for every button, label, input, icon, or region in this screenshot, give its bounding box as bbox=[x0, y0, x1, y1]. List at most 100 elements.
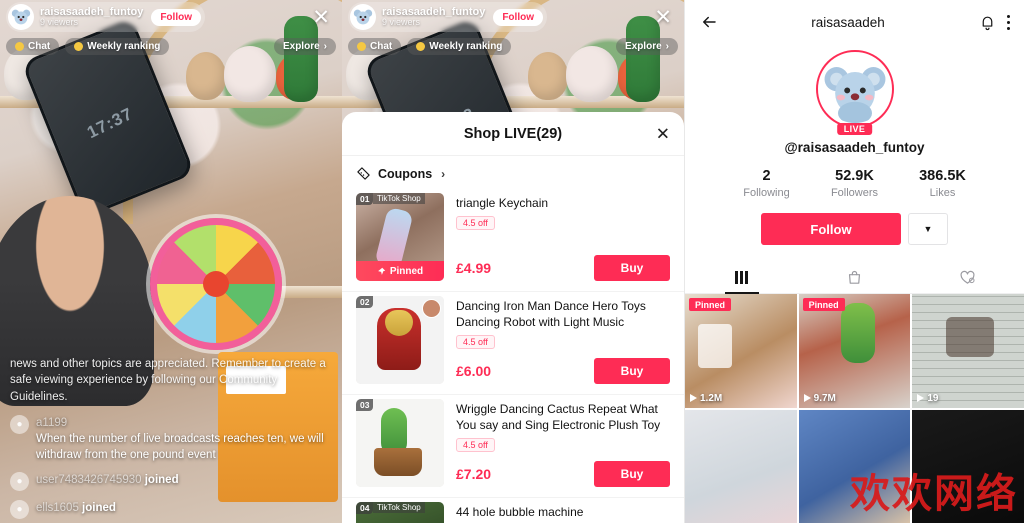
chat-join-text: joined bbox=[82, 502, 116, 514]
chat-user-avatar: ● bbox=[10, 414, 29, 434]
follow-dropdown-caret-icon[interactable]: ▼ bbox=[908, 213, 948, 245]
live-chip-row-middle: Chat Weekly ranking Explore › bbox=[342, 34, 684, 58]
back-arrow-icon[interactable] bbox=[699, 12, 719, 32]
kebab-menu-icon[interactable] bbox=[1007, 14, 1010, 30]
pinned-bar: Pinned bbox=[356, 261, 444, 281]
profile-tabs bbox=[685, 261, 1024, 294]
product-price-row: £7.20 Buy bbox=[456, 461, 670, 487]
product-row[interactable]: 04 TikTok Shop 44 hole bubble machine bbox=[342, 498, 684, 523]
chat-chip[interactable]: Chat bbox=[6, 37, 60, 55]
product-thumbnail[interactable]: 02 bbox=[356, 296, 444, 384]
video-image bbox=[912, 409, 1024, 523]
system-safety-message: news and other topics are appreciated. R… bbox=[10, 357, 326, 404]
host-info-pill[interactable]: raisasaadeh_funtoy 9 viewers Follow bbox=[6, 2, 205, 32]
profile-stats: 2 Following 52.9K Followers 386.5K Likes bbox=[685, 168, 1024, 199]
product-info: triangle Keychain 4.5 off £4.99 Buy bbox=[456, 193, 670, 281]
close-sheet-icon[interactable]: ✕ bbox=[656, 125, 670, 142]
video-thumbnail[interactable] bbox=[912, 409, 1024, 523]
product-price: £4.99 bbox=[456, 260, 492, 276]
video-thumbnail[interactable]: 19 bbox=[912, 294, 1024, 408]
product-row[interactable]: 01 TikTok Shop Pinned triangle Keychain … bbox=[342, 189, 684, 292]
video-grid: Pinned 1.2M Pinned 9.7M 19 bbox=[685, 294, 1024, 523]
host-meta: raisasaadeh_funtoy 9 viewers bbox=[40, 6, 143, 28]
profile-identity: LIVE @raisasaadeh_funtoy bbox=[685, 44, 1024, 155]
ranking-chip-icon bbox=[416, 41, 426, 51]
chevron-right-icon: › bbox=[323, 40, 327, 52]
chat-chip[interactable]: Chat bbox=[348, 37, 402, 55]
video-thumbnail[interactable]: Pinned 9.7M bbox=[798, 294, 911, 408]
live-chip-row-left: Chat Weekly ranking Explore › bbox=[0, 34, 342, 58]
close-live-icon[interactable]: ✕ bbox=[648, 7, 678, 28]
follow-action-row: Follow ▼ bbox=[685, 213, 1024, 245]
product-thumbnail[interactable]: 01 TikTok Shop Pinned bbox=[356, 193, 444, 281]
close-live-icon[interactable]: ✕ bbox=[306, 7, 336, 28]
buy-button[interactable]: Buy bbox=[594, 461, 670, 487]
notification-bell-icon[interactable] bbox=[977, 12, 997, 32]
explore-chip[interactable]: Explore › bbox=[615, 37, 678, 55]
explore-label: Explore bbox=[624, 40, 662, 52]
video-thumbnail[interactable] bbox=[685, 409, 797, 523]
chat-username: user7483426745930 bbox=[36, 474, 142, 486]
stat-likes[interactable]: 386.5K Likes bbox=[899, 168, 987, 199]
product-name: triangle Keychain bbox=[456, 196, 549, 210]
shopping-bag-icon bbox=[848, 270, 861, 284]
chat-message-row: ● a1199 When the number of live broadcas… bbox=[10, 414, 332, 463]
host-info-pill[interactable]: raisasaadeh_funtoy 9 viewers Follow bbox=[348, 2, 547, 32]
discount-tag: 4.5 off bbox=[456, 335, 495, 350]
chat-join-row: ● ells1605 joined bbox=[10, 500, 332, 519]
chat-join-body: user7483426745930 joined bbox=[36, 472, 179, 488]
video-views: 9.7M bbox=[803, 393, 836, 404]
stat-following[interactable]: 2 Following bbox=[723, 168, 811, 199]
viewer-count: 9 viewers bbox=[382, 17, 421, 28]
video-views: 19 bbox=[917, 393, 938, 404]
avatar-wrapper[interactable]: LIVE bbox=[815, 50, 894, 135]
buy-button[interactable]: Buy bbox=[594, 255, 670, 281]
seller-avatar bbox=[422, 299, 441, 318]
pinned-tag: Pinned bbox=[689, 298, 732, 311]
stat-followers[interactable]: 52.9K Followers bbox=[811, 168, 899, 199]
tab-videos[interactable] bbox=[685, 261, 798, 293]
chat-chip-icon bbox=[357, 41, 366, 51]
chat-user-avatar: ● bbox=[10, 472, 29, 491]
weekly-ranking-chip[interactable]: Weekly ranking bbox=[407, 37, 512, 55]
product-thumbnail[interactable]: 03 bbox=[356, 399, 444, 487]
product-info: Dancing Iron Man Dance Hero Toys Dancing… bbox=[456, 296, 670, 384]
follow-button[interactable]: Follow bbox=[761, 213, 901, 245]
follow-button-live[interactable]: Follow bbox=[493, 8, 543, 26]
chat-username: a1199 bbox=[36, 416, 68, 429]
chat-join-text: joined bbox=[144, 474, 179, 486]
app-root: 17:37 raisasaadeh_funtoy 9 viewers Follo… bbox=[0, 0, 1024, 523]
discount-tag: 4.5 off bbox=[456, 216, 495, 231]
explore-chip[interactable]: Explore › bbox=[273, 37, 336, 55]
play-icon bbox=[690, 394, 697, 402]
product-price: £6.00 bbox=[456, 363, 492, 379]
product-info: 44 hole bubble machine bbox=[456, 502, 670, 523]
product-row[interactable]: 02 Dancing Iron Man Dance Hero Toys Danc… bbox=[342, 292, 684, 395]
stat-label: Following bbox=[743, 187, 790, 199]
live-chat-overlay: news and other topics are appreciated. R… bbox=[0, 308, 342, 523]
follow-button-live[interactable]: Follow bbox=[151, 8, 201, 26]
tab-shop[interactable] bbox=[798, 261, 911, 293]
product-name: 44 hole bubble machine bbox=[456, 505, 584, 519]
product-row[interactable]: 03 Wriggle Dancing Cactus Repeat What Yo… bbox=[342, 395, 684, 498]
avatar-ring bbox=[815, 50, 894, 128]
video-image-detail bbox=[698, 323, 733, 368]
live-header-middle: raisasaadeh_funtoy 9 viewers Follow ✕ bbox=[342, 0, 684, 34]
product-info: Wriggle Dancing Cactus Repeat What You s… bbox=[456, 399, 670, 487]
video-thumbnail[interactable]: Pinned 1.2M bbox=[685, 294, 797, 408]
product-rank-badge: 01 bbox=[356, 193, 374, 205]
weekly-ranking-chip[interactable]: Weekly ranking bbox=[65, 37, 170, 55]
product-price: £7.20 bbox=[456, 466, 492, 482]
pinned-tag: Pinned bbox=[802, 298, 845, 311]
chat-join-body: ells1605 joined bbox=[36, 500, 116, 516]
coupons-row[interactable]: Coupons › bbox=[342, 156, 684, 189]
ranking-chip-icon bbox=[74, 41, 84, 51]
video-thumbnail[interactable] bbox=[798, 409, 911, 523]
view-count: 1.2M bbox=[700, 392, 723, 404]
tab-liked[interactable] bbox=[911, 261, 1024, 293]
product-rank-badge: 04 bbox=[356, 502, 374, 514]
product-thumbnail[interactable]: 04 TikTok Shop bbox=[356, 502, 444, 523]
buy-button[interactable]: Buy bbox=[594, 358, 670, 384]
discount-tag: 4.5 off bbox=[456, 438, 495, 453]
video-views: 1.2M bbox=[690, 393, 722, 404]
